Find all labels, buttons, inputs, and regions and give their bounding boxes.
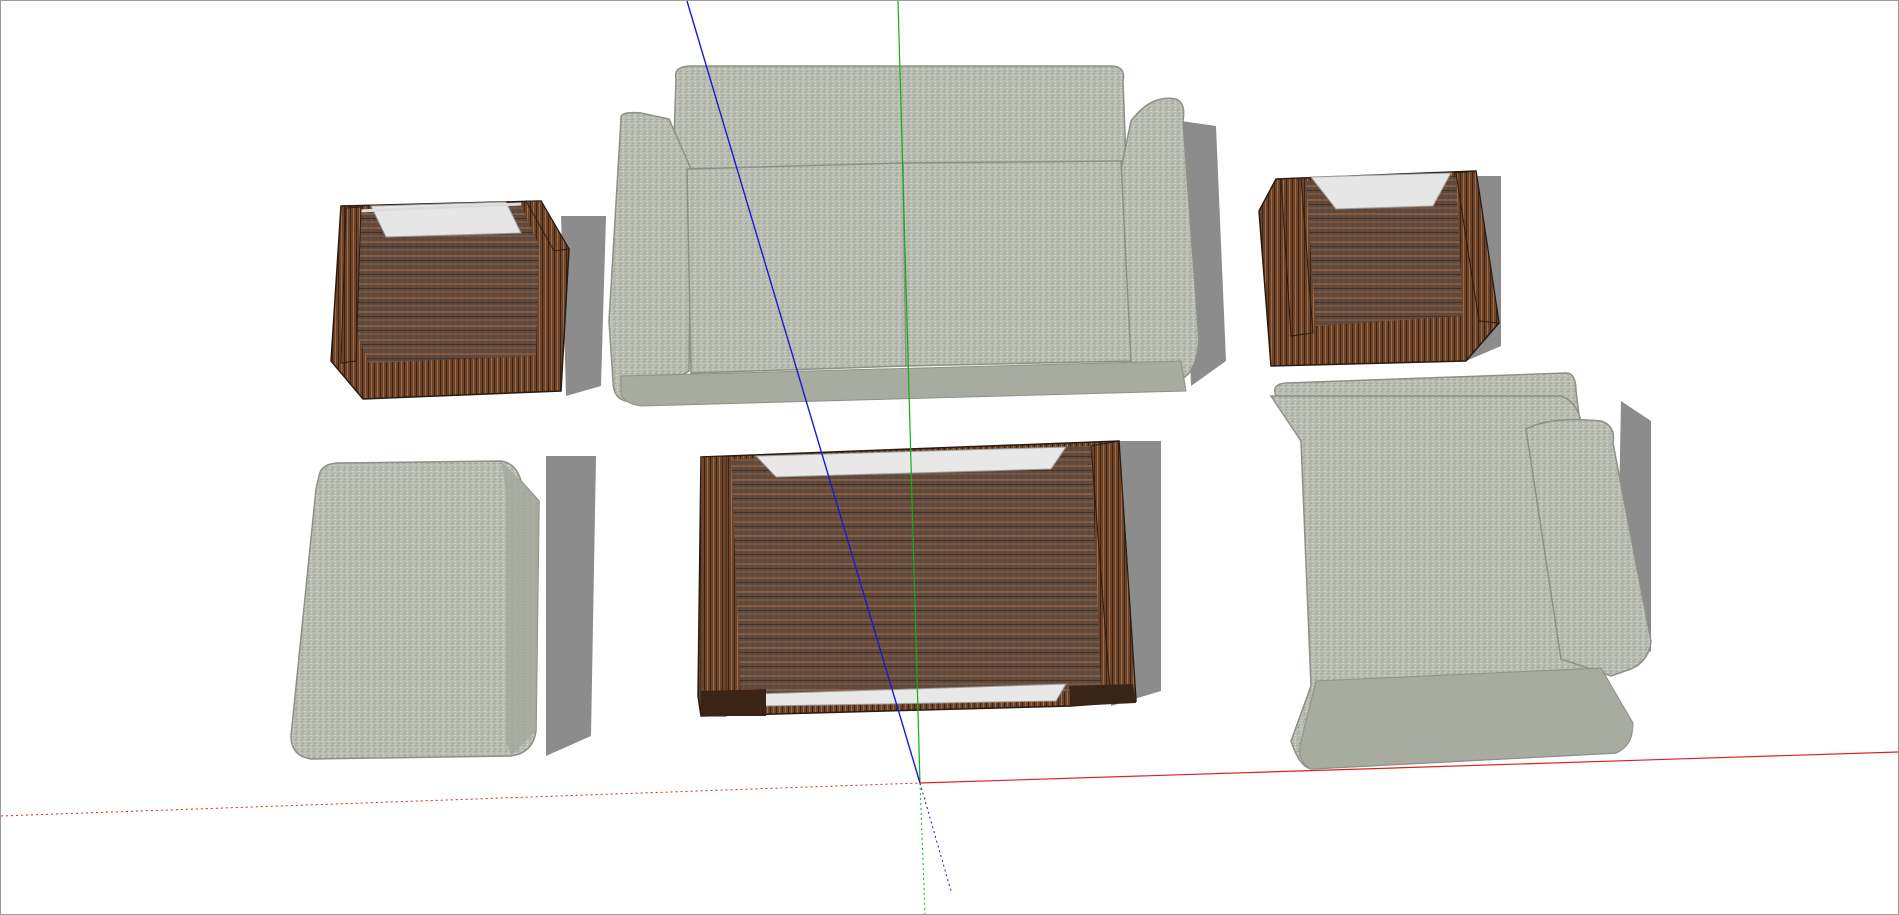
scene-canvas[interactable]	[1, 1, 1898, 914]
left-side-table[interactable]	[330, 200, 570, 400]
right-side-table[interactable]	[1258, 170, 1500, 367]
green-axis-dashed	[919, 782, 926, 914]
armchair[interactable]	[1269, 372, 1652, 770]
three-seat-sofa[interactable]	[608, 65, 1200, 407]
blue-axis-dashed	[919, 782, 952, 892]
modeling-viewport[interactable]	[0, 0, 1899, 915]
red-axis-dashed	[1, 782, 921, 817]
ottoman[interactable]	[290, 460, 540, 760]
